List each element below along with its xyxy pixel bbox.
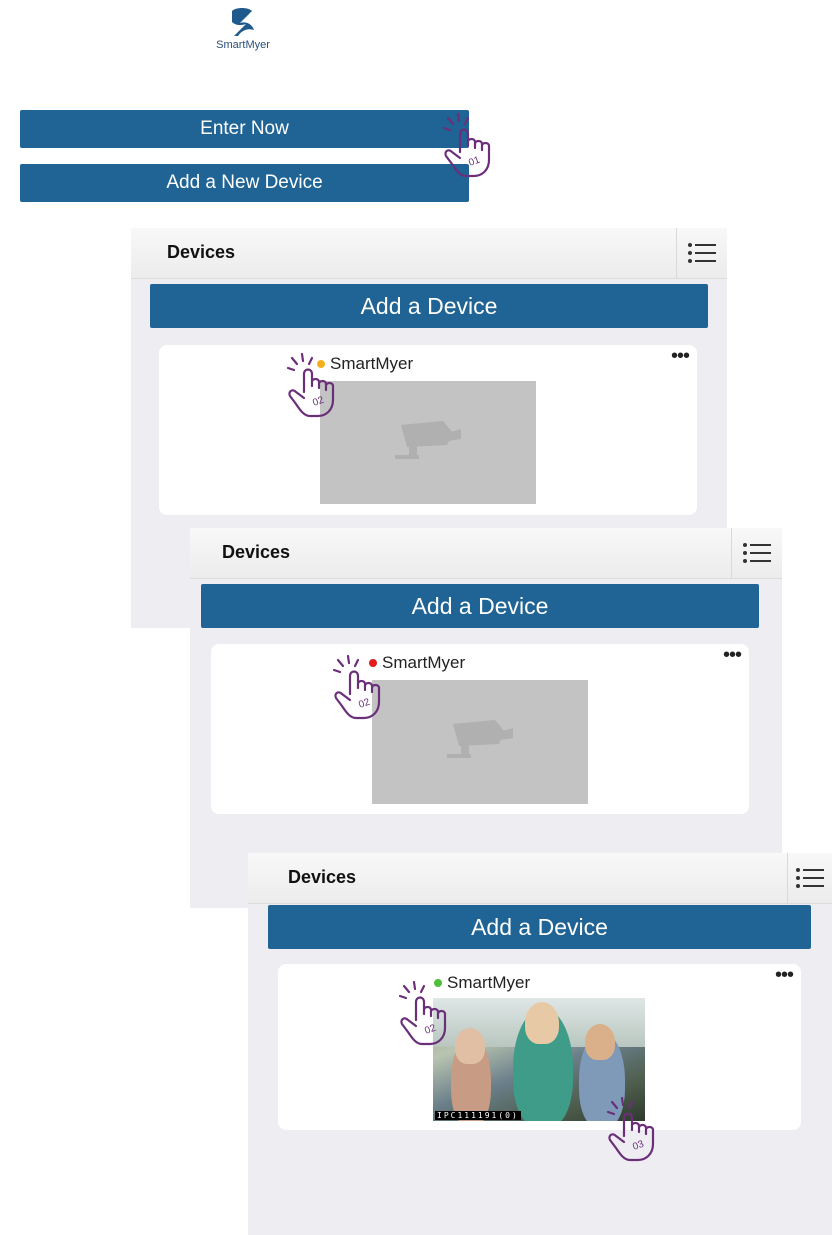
more-options-icon[interactable]: ••• — [775, 965, 794, 985]
tap-hand-icon-step-02: 02 — [398, 980, 447, 1046]
tap-hand-icon-step-03: 03 — [606, 1096, 655, 1162]
logo-text: SmartMyer — [216, 39, 270, 51]
step-number: 03 — [631, 1139, 646, 1153]
camera-placeholder-icon — [395, 420, 461, 459]
device-card[interactable]: SmartMyer ••• — [211, 644, 749, 814]
camera-placeholder-icon — [447, 720, 513, 758]
step-number: 02 — [423, 1023, 438, 1037]
devices-screen-3: Devices Add a Device SmartMyer ••• IPC11… — [248, 853, 832, 1235]
tap-hand-icon-step-02: 02 — [286, 352, 335, 418]
device-card[interactable]: SmartMyer ••• — [159, 345, 697, 515]
page-title: Devices — [222, 542, 291, 562]
enter-now-button[interactable]: Enter Now — [20, 110, 469, 148]
devices-header: Devices — [190, 528, 782, 579]
step-number: 01 — [467, 155, 482, 169]
page-title: Devices — [167, 242, 236, 262]
menu-list-icon[interactable] — [676, 228, 727, 278]
camera-overlay-label: IPC111191(0) — [435, 1111, 521, 1120]
add-device-button[interactable]: Add a Device — [150, 284, 708, 328]
more-options-icon[interactable]: ••• — [671, 346, 690, 366]
step-number: 02 — [357, 697, 372, 711]
more-options-icon[interactable]: ••• — [723, 645, 742, 665]
menu-list-icon[interactable] — [787, 853, 832, 903]
devices-header: Devices — [131, 228, 727, 279]
tap-hand-icon-step-01: 01 — [442, 112, 491, 178]
step-number: 02 — [311, 395, 326, 409]
smartmyer-logo: SmartMyer — [198, 6, 288, 51]
device-thumbnail[interactable] — [320, 381, 536, 504]
device-card[interactable]: SmartMyer ••• IPC111191(0) — [278, 964, 801, 1130]
page-title: Devices — [288, 867, 357, 887]
add-device-button[interactable]: Add a Device — [268, 905, 811, 949]
add-new-device-button[interactable]: Add a New Device — [20, 164, 469, 202]
tap-hand-icon-step-02: 02 — [332, 654, 381, 720]
devices-header: Devices — [248, 853, 832, 904]
add-device-button[interactable]: Add a Device — [201, 584, 759, 628]
devices-screen-2: Devices Add a Device SmartMyer ••• — [190, 528, 782, 908]
menu-list-icon[interactable] — [731, 528, 782, 578]
device-thumbnail[interactable] — [372, 680, 588, 804]
logo-mark-icon — [232, 8, 254, 36]
